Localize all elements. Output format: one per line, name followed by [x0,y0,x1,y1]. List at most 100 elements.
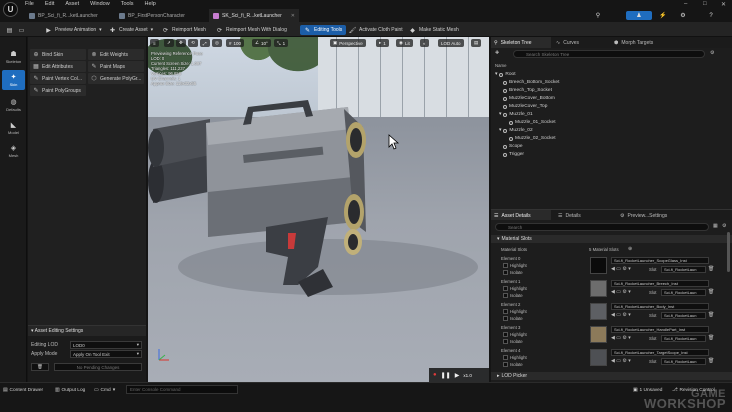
mode-skin[interactable]: ✦ Skin [2,70,25,90]
pause-icon[interactable]: ❚❚ [441,372,451,379]
tool-paint-maps[interactable]: ✎ Paint Maps [88,61,144,72]
isolate-checkbox[interactable] [503,316,508,321]
mode-defaults[interactable]: ◍ Defaults [2,95,25,115]
reimport-mesh-dialog-button[interactable]: ⟳ Reimport Mesh With Dialog [216,25,287,35]
play-icon[interactable]: ▶ [455,372,460,379]
record-icon[interactable]: ● [433,372,437,378]
highlight-checkbox[interactable] [503,332,508,337]
tree-node[interactable]: ▾ Muzzle_01 [499,111,533,118]
tree-node[interactable]: MuzzleCover_Bottom [503,95,555,102]
add-slot-icon[interactable]: ⊕ [628,246,632,252]
content-drawer-button[interactable]: ▤ Content Drawer [3,386,43,394]
menu-asset[interactable]: Asset [65,1,79,7]
create-asset-button[interactable]: ✚ Create Asset ▾ [109,25,153,35]
console-command-input[interactable]: Enter Console Command [126,385,238,394]
menu-file[interactable]: File [25,1,34,7]
slot-name-input[interactable]: Sci-fi_RocketLaun [661,266,706,273]
isolate-checkbox[interactable] [503,270,508,275]
mode-model[interactable]: ◣ Model [2,118,25,138]
close-tab-icon[interactable]: ✕ [291,13,295,19]
menu-edit[interactable]: Edit [45,1,54,7]
lod-picker-section[interactable]: ▸ LOD Picker [491,372,732,380]
help-icon[interactable]: ? [705,11,717,20]
isolate-checkbox[interactable] [503,362,508,367]
tool-edit-attributes[interactable]: ▦ Edit Attributes [30,61,86,72]
tab-skeleton-tree[interactable]: ⚲ Skeleton Tree [491,37,551,48]
tab-bp-firstpersoncharacter[interactable]: BP_FirstPersonCharacter [115,9,207,22]
tree-node[interactable]: Scope [503,143,523,150]
output-log-button[interactable]: ▥ Output Log [55,386,85,394]
menu-tools[interactable]: Tools [121,1,134,7]
delete-slot-icon[interactable]: 🗑 [708,358,714,364]
browse-icons[interactable]: ◀ ▭ ⚙ ▾ [611,289,631,295]
browse-icons[interactable]: ◀ ▭ ⚙ ▾ [611,335,631,341]
reimport-mesh-button[interactable]: ⟳ Reimport Mesh [162,25,206,35]
tool-paint-polygroups[interactable]: ✎ Paint PolyGroups [30,85,86,96]
material-dropdown[interactable]: Sci-fi_RocketLauncher_Breech_Inst [611,280,709,287]
tab-sk-rocketlauncher[interactable]: SK_Sci_fi_R...ketLauncher ✕ [209,9,299,22]
rocket-launcher-model[interactable] [148,37,489,382]
apply-mode-dropdown[interactable]: Apply On Tool Exit ▾ [70,350,142,358]
highlight-checkbox[interactable] [503,309,508,314]
highlight-checkbox[interactable] [503,286,508,291]
tree-node[interactable]: Breech_Top_Socket [503,87,552,94]
preview-animation-button[interactable]: ▶ Preview Animation ▾ [45,25,101,35]
delete-slot-icon[interactable]: 🗑 [708,289,714,295]
unreal-logo[interactable]: U [3,2,18,17]
activate-cloth-paint-button[interactable]: 🖌 Activate Cloth Paint [349,25,403,35]
details-scrollbar[interactable] [727,232,730,272]
isolate-checkbox[interactable] [503,293,508,298]
editing-tools-button[interactable]: ✎ Editing Tools [300,25,347,35]
maximize-button[interactable]: □ [703,1,707,7]
material-dropdown[interactable]: Sci-fi_RocketLauncher_HandlePart_Inst [611,326,709,333]
tree-node[interactable]: Trigger [503,151,524,158]
viewport[interactable]: ≡ ➚ ✥ ⟲ ⤢ ◎ # 100 ∠ 10° ⤡ 1 ▣ Perspectiv… [148,37,489,382]
tool-paint-vertex-colors[interactable]: ✎ Paint Vertex Col... [30,73,86,84]
no-pending-changes-button[interactable]: No Pending Changes [54,363,142,371]
tool-generate-polygroups[interactable]: ⬡ Generate PolyGr... [88,73,144,84]
slot-name-input[interactable]: Sci-fi_RocketLaun [661,335,706,342]
material-dropdown[interactable]: Sci-fi_RocketLauncher_ScopeGlass_Inst [611,257,709,264]
tree-node[interactable]: ▾ Root [495,71,516,78]
tree-node[interactable]: Breech_Bottom_Socket [503,79,559,86]
settings-icon[interactable]: ⚙ [710,50,714,56]
browse-icons[interactable]: ◀ ▭ ⚙ ▾ [611,312,631,318]
tab-curves[interactable]: ∿ Curves [553,37,603,48]
add-icon[interactable]: ✚ [495,50,499,56]
details-search-input[interactable]: Search [495,223,709,231]
tree-node[interactable]: ▾ Muzzle_02 [499,127,533,134]
make-static-mesh-button[interactable]: ◆ Make Static Mesh [409,25,459,35]
delete-slot-icon[interactable]: 🗑 [708,335,714,341]
tab-bp-rocketlauncher[interactable]: BP_Sci_fi_R...ketLauncher [25,9,113,22]
material-thumbnail[interactable] [590,349,607,366]
grid-view-icon[interactable]: ▦ [713,223,718,229]
close-window-button[interactable]: ✕ [721,1,726,8]
cmd-dropdown[interactable]: ▭ Cmd ▾ [94,386,115,394]
physics-editor-icon[interactable]: ⚙ [677,11,689,20]
animation-editor-icon[interactable]: ⚡ [657,11,669,20]
material-thumbnail[interactable] [590,280,607,297]
mode-mesh[interactable]: ◈ Mesh [2,141,25,161]
slot-name-input[interactable]: Sci-fi_RocketLaun [661,358,706,365]
material-dropdown[interactable]: Sci-fi_RocketLauncher_TargetScope_Inst [611,349,709,356]
browse-icons[interactable]: ◀ ▭ ⚙ ▾ [611,266,631,272]
material-slots-section[interactable]: ▾ Material Slots [491,235,732,243]
mode-skeleton[interactable]: ☗ Skeleton [2,47,25,67]
panel-title[interactable]: ▾ Asset Editing Settings [28,326,146,336]
slot-name-input[interactable]: Sci-fi_RocketLaun [661,312,706,319]
playback-speed[interactable]: x1.0 [463,373,472,378]
delete-slot-icon[interactable]: 🗑 [708,266,714,272]
delete-lod-button[interactable]: 🗑 [31,363,49,371]
minimize-button[interactable]: – [684,1,687,7]
tree-node[interactable]: Muzzle_01_Socket [509,119,556,126]
skeleton-search-input[interactable]: Search Skeleton Tree [513,50,705,58]
delete-slot-icon[interactable]: 🗑 [708,312,714,318]
tree-node[interactable]: MuzzleCover_Top [503,103,547,110]
highlight-checkbox[interactable] [503,263,508,268]
tab-morph-targets[interactable]: ⬢ Morph Targets [611,37,671,48]
material-dropdown[interactable]: Sci-fi_RocketLauncher_Body_Inst [611,303,709,310]
tree-node[interactable]: Muzzle_02_Socket [509,135,556,142]
browse-button[interactable]: ▭ [18,25,25,35]
skeleton-editor-icon[interactable]: ⚲ [592,11,604,20]
tool-bind-skin[interactable]: ⊕ Bind Skin [30,49,86,60]
